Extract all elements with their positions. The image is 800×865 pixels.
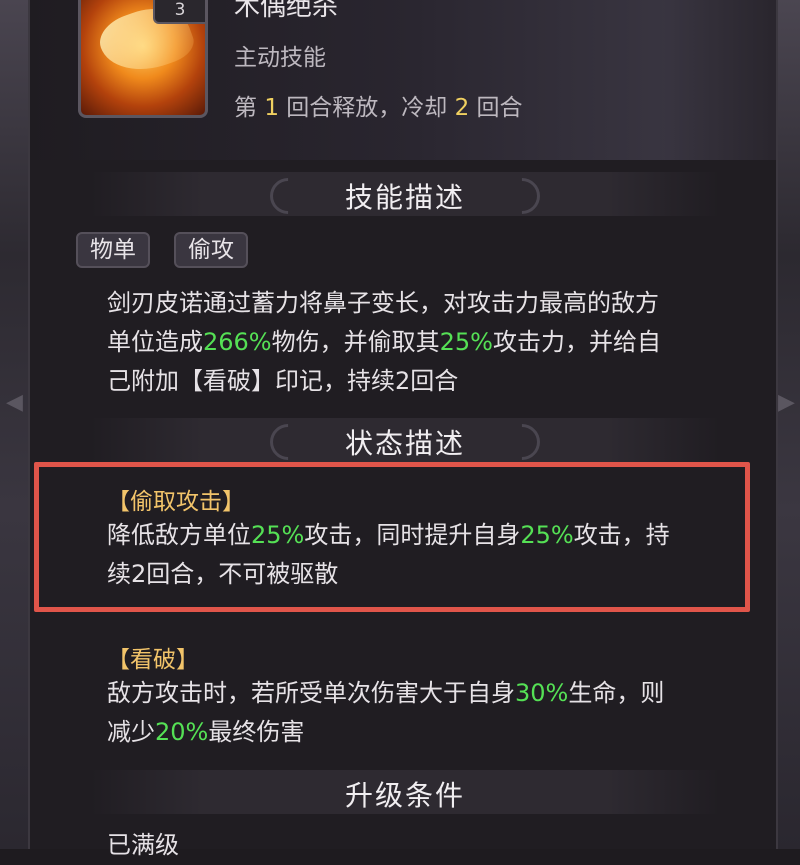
tag-steal-attack: 偷攻 — [174, 232, 248, 268]
status-insight-line-2: 减少20%最终伤害 — [107, 718, 305, 746]
skill-icon: 3 — [78, 0, 208, 118]
skill-type: 主动技能 — [234, 45, 326, 71]
status-insight-line-1: 敌方攻击时，若所受单次伤害大于自身30%生命，则 — [107, 679, 665, 707]
skill-name: 木偶绝杀 — [234, 0, 339, 22]
skill-cost-badge: 3 — [153, 0, 205, 24]
section-status-description: 状态描述 — [90, 416, 720, 468]
skill-timing: 第 1 回合释放，冷却 2 回合 — [234, 95, 523, 121]
tag-physical-single: 物单 — [76, 232, 150, 268]
highlight-annotation-box — [34, 462, 750, 612]
section-skill-description: 技能描述 — [90, 170, 720, 222]
section-title-text: 状态描述 — [344, 427, 465, 460]
description-line-2: 单位造成266%物伤，并偷取其25%攻击力，并给自 — [107, 328, 661, 356]
skill-detail-panel: 3 木偶绝杀 主动技能 第 1 回合释放，冷却 2 回合 技能描述 物单 偷攻 … — [28, 0, 778, 859]
section-title-text: 技能描述 — [344, 181, 465, 214]
description-line-1: 剑刃皮诺通过蓄力将鼻子变长，对攻击力最高的敌方 — [107, 289, 659, 317]
section-title-text: 升级条件 — [344, 779, 465, 812]
description-line-3: 己附加【看破】印记，持续2回合 — [107, 367, 459, 395]
status-insight-title: 【看破】 — [107, 647, 199, 673]
nav-right-arrow[interactable]: ▶ — [778, 390, 795, 415]
background-left — [0, 0, 28, 849]
nav-left-arrow[interactable]: ◀ — [6, 390, 23, 415]
upgrade-status-text: 已满级 — [107, 831, 179, 859]
section-upgrade-conditions: 升级条件 — [90, 770, 720, 814]
